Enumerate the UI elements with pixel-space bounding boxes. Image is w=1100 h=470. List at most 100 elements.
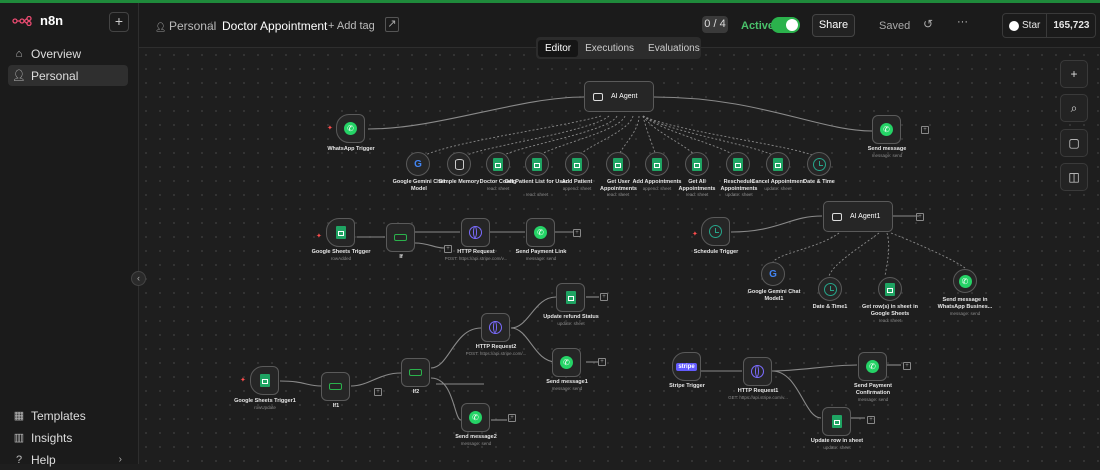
google-sheets-icon: [733, 157, 743, 171]
workflow-name[interactable]: Doctor Appointment: [222, 19, 327, 33]
share-button[interactable]: Share: [812, 14, 855, 37]
node-update-row[interactable]: [822, 407, 851, 436]
github-star-button[interactable]: Star: [1003, 14, 1048, 37]
active-toggle[interactable]: [771, 17, 800, 33]
add-node-plus[interactable]: +: [867, 416, 875, 424]
edit-description-icon[interactable]: ↗: [385, 17, 399, 32]
node-subtitle: message: send: [551, 386, 583, 391]
trigger-bolt-icon: ✦: [240, 377, 246, 384]
node-ai-agent1[interactable]: AI Agent1: [823, 201, 893, 232]
insights-icon: ▥: [13, 432, 25, 444]
node-ai-agent[interactable]: AI Agent: [584, 81, 654, 112]
google-sheets-icon: [652, 157, 662, 171]
node-get-rows[interactable]: [878, 277, 902, 301]
add-node-plus[interactable]: +: [600, 293, 608, 301]
zoom-fit-icon[interactable]: ⌕: [1060, 94, 1088, 122]
node-send-message2[interactable]: ✆: [461, 403, 490, 432]
node-if[interactable]: [386, 223, 415, 252]
node-label: HTTP Request1: [737, 388, 779, 394]
node-subtitle: update: sheet: [725, 192, 753, 197]
clock-icon: [709, 225, 722, 238]
google-sheets-icon: [532, 157, 542, 171]
sidebar-item-insights[interactable]: ▥ Insights: [8, 427, 128, 448]
tab-evaluations[interactable]: Evaluations: [641, 40, 707, 57]
google-sheets-icon: [692, 157, 702, 171]
workflow-canvas[interactable]: + ⌕ ▢ ◫ AI Agent ✦ ✆ WhatsApp Trigger ✆ …: [139, 48, 1100, 464]
google-sheets-icon: [773, 157, 783, 171]
whatsapp-icon: ✆: [958, 274, 972, 288]
sidebar-item-label: Insights: [31, 430, 73, 445]
node-add-patient[interactable]: [565, 152, 589, 176]
node-get-all-appointments[interactable]: [685, 152, 709, 176]
node-patient-list[interactable]: [525, 152, 549, 176]
breadcrumb-project[interactable]: 👤︎ Personal: [155, 19, 216, 33]
add-node-plus[interactable]: +: [903, 362, 911, 370]
collapse-sidebar-button[interactable]: ‹: [131, 271, 146, 286]
node-google-sheets-trigger[interactable]: [326, 218, 355, 247]
sidebar-item-templates[interactable]: ▦ Templates: [8, 405, 128, 426]
clock-icon: [812, 157, 826, 171]
trigger-bolt-icon: ✦: [316, 233, 322, 240]
active-label: Active: [741, 20, 775, 32]
node-cancel-appointment[interactable]: [766, 152, 790, 176]
node-google-sheets-trigger1[interactable]: [250, 366, 279, 395]
sticky-note-icon[interactable]: ▢: [1060, 129, 1088, 157]
node-reschedule-appointments[interactable]: [726, 152, 750, 176]
more-options-button[interactable]: ···: [957, 16, 968, 28]
node-gemini-model1[interactable]: G: [761, 262, 785, 286]
node-send-business-message[interactable]: ✆: [953, 269, 977, 293]
create-new-button[interactable]: +: [109, 12, 129, 32]
node-date-time1[interactable]: [818, 277, 842, 301]
add-node-plus[interactable]: +: [916, 213, 924, 221]
node-http-request[interactable]: [461, 218, 490, 247]
sidebar-item-personal[interactable]: 👤︎ Personal: [8, 65, 128, 86]
sidebar-item-overview[interactable]: ⌂ Overview: [8, 43, 128, 64]
n8n-logo[interactable]: n8n: [12, 13, 63, 28]
node-add-appointments[interactable]: [645, 152, 669, 176]
node-label: Send message1: [546, 379, 588, 385]
github-star-widget[interactable]: Star 165,723: [1002, 13, 1096, 38]
google-sheets-icon: [259, 374, 270, 387]
google-sheets-icon: [613, 157, 623, 171]
node-if2[interactable]: [401, 358, 430, 387]
node-date-time[interactable]: [807, 152, 831, 176]
panel-icon[interactable]: ◫: [1060, 163, 1088, 191]
add-node-plus[interactable]: +: [508, 414, 516, 422]
github-icon: [1009, 20, 1019, 31]
node-doctor-config[interactable]: [486, 152, 510, 176]
node-send-message1[interactable]: ✆: [552, 348, 581, 377]
whatsapp-icon: ✆: [560, 356, 573, 369]
google-icon: G: [414, 158, 422, 170]
add-node-plus[interactable]: +: [573, 229, 581, 237]
node-simple-memory[interactable]: [447, 152, 471, 176]
node-label: HTTP Request2: [475, 344, 517, 350]
node-http-request2[interactable]: [481, 313, 510, 342]
node-send-payment-confirmation[interactable]: ✆: [858, 352, 887, 381]
tab-executions[interactable]: Executions: [578, 40, 641, 57]
sidebar: n8n + ⌂ Overview 👤︎ Personal ▦ Templates…: [0, 3, 139, 467]
node-gemini-model[interactable]: G: [406, 152, 430, 176]
if-icon: [409, 369, 422, 376]
add-node-plus[interactable]: +: [921, 126, 929, 134]
node-send-payment-link[interactable]: ✆: [526, 218, 555, 247]
node-send-message[interactable]: ✆: [872, 115, 901, 144]
sidebar-item-help[interactable]: ? Help ›: [8, 449, 128, 470]
zoom-in-icon[interactable]: +: [1060, 60, 1088, 88]
node-get-user-appointments[interactable]: [606, 152, 630, 176]
whatsapp-icon: ✆: [469, 411, 482, 424]
add-tag-button[interactable]: + Add tag: [328, 20, 375, 32]
add-node-plus[interactable]: +: [598, 358, 606, 366]
node-stripe-trigger[interactable]: stripe: [672, 352, 701, 381]
github-star-count: 165,723: [1053, 20, 1090, 31]
node-schedule-trigger[interactable]: [701, 217, 730, 246]
node-if1[interactable]: [321, 372, 350, 401]
node-http-request1[interactable]: [743, 357, 772, 386]
node-label: Send message in WhatsApp Busines...: [937, 297, 993, 310]
node-label: AI Agent1: [850, 213, 881, 220]
tab-editor[interactable]: Editor: [538, 39, 579, 57]
node-whatsapp-trigger[interactable]: ✆: [336, 114, 365, 143]
node-update-refund-status[interactable]: [556, 283, 585, 312]
history-icon[interactable]: ↺: [923, 17, 933, 31]
node-subtitle: message: send: [949, 311, 981, 316]
database-icon: [454, 158, 464, 170]
